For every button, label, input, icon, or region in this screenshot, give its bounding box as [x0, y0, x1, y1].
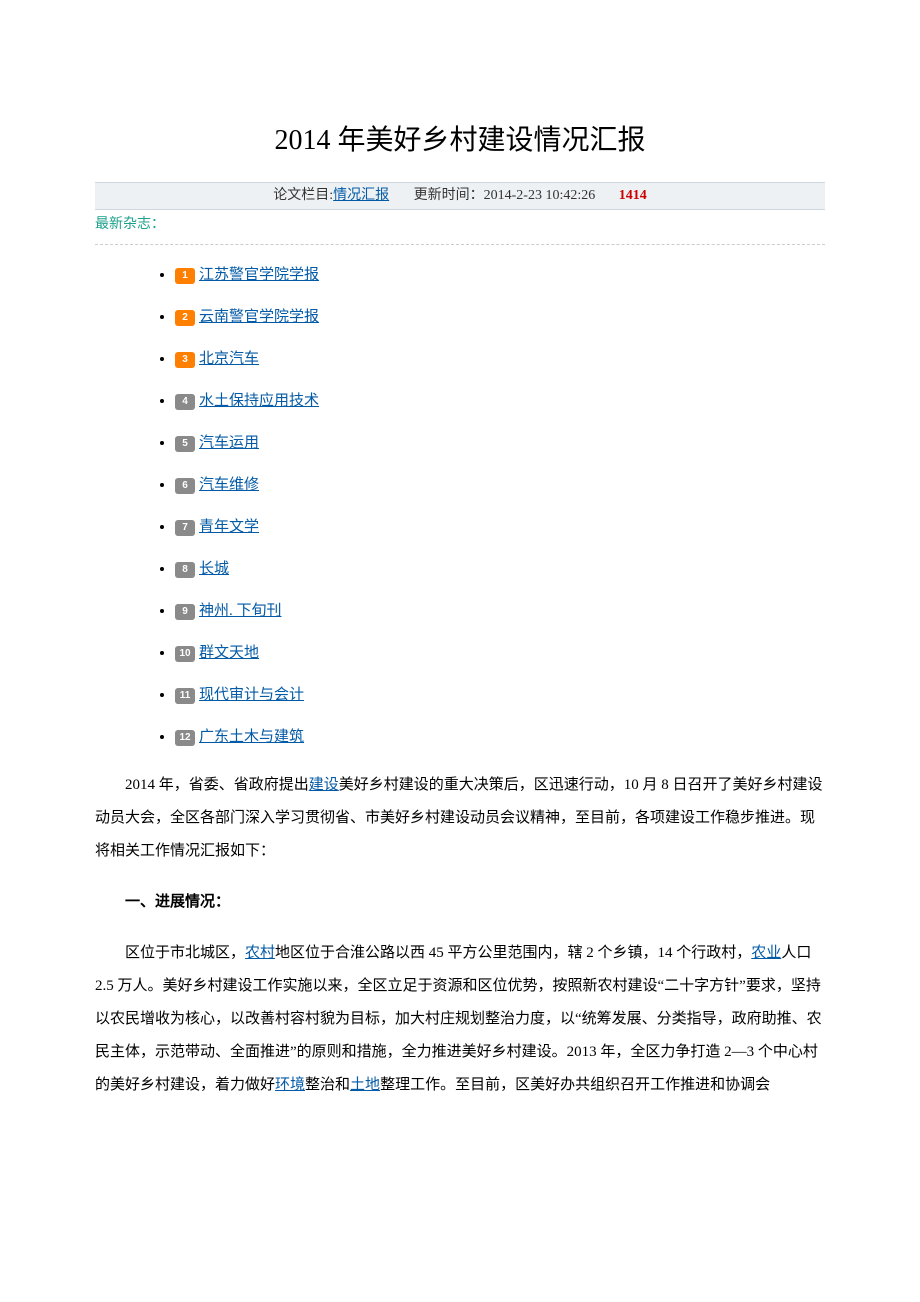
update-time: 2014-2-23 10:42:26 — [484, 188, 596, 203]
link-land[interactable]: 土地 — [350, 1077, 380, 1093]
magazine-list: 1江苏警官学院学报2云南警官学院学报3北京汽车4水土保持应用技术5汽车运用6汽车… — [95, 263, 825, 749]
magazine-link[interactable]: 北京汽车 — [199, 351, 259, 367]
rank-badge: 12 — [175, 730, 195, 746]
magazine-link[interactable]: 青年文学 — [199, 519, 259, 535]
text: 2014 年，省委、省政府提出 — [125, 777, 309, 793]
magazine-link[interactable]: 群文天地 — [199, 645, 259, 661]
view-count: 1414 — [619, 188, 647, 203]
article-body: 2014 年，省委、省政府提出建设美好乡村建设的重大决策后，区迅速行动，10 月… — [95, 769, 825, 1102]
rank-badge: 7 — [175, 520, 195, 536]
text: 人口 2.5 万人。美好乡村建设工作实施以来，全区立足于资源和区位优势，按照新农… — [95, 945, 822, 1093]
magazine-link[interactable]: 汽车运用 — [199, 435, 259, 451]
magazine-link[interactable]: 水土保持应用技术 — [199, 393, 319, 409]
meta-bar: 论文栏目:情况汇报 更新时间：2014-2-23 10:42:26 1414 — [95, 182, 825, 210]
latest-magazine-label: 最新杂志： — [95, 210, 825, 245]
update-label: 更新时间： — [414, 188, 484, 203]
list-item: 2云南警官学院学报 — [175, 305, 825, 329]
magazine-link[interactable]: 汽车维修 — [199, 477, 259, 493]
list-item: 12广东土木与建筑 — [175, 725, 825, 749]
rank-badge: 2 — [175, 310, 195, 326]
list-item: 10群文天地 — [175, 641, 825, 665]
magazine-link[interactable]: 广东土木与建筑 — [199, 729, 304, 745]
link-environment[interactable]: 环境 — [275, 1077, 305, 1093]
paragraph: 2014 年，省委、省政府提出建设美好乡村建设的重大决策后，区迅速行动，10 月… — [95, 769, 825, 868]
column-label: 论文栏目: — [273, 188, 333, 203]
section-heading: 一、进展情况： — [95, 886, 825, 919]
magazine-link[interactable]: 云南警官学院学报 — [199, 309, 319, 325]
list-item: 11现代审计与会计 — [175, 683, 825, 707]
list-item: 7青年文学 — [175, 515, 825, 539]
rank-badge: 9 — [175, 604, 195, 620]
list-item: 8长城 — [175, 557, 825, 581]
magazine-link[interactable]: 江苏警官学院学报 — [199, 267, 319, 283]
page-title: 2014 年美好乡村建设情况汇报 — [95, 119, 825, 164]
rank-badge: 3 — [175, 352, 195, 368]
link-construction[interactable]: 建设 — [309, 777, 339, 793]
text: 区位于市北城区， — [125, 945, 245, 961]
rank-badge: 4 — [175, 394, 195, 410]
list-item: 3北京汽车 — [175, 347, 825, 371]
list-item: 6汽车维修 — [175, 473, 825, 497]
magazine-link[interactable]: 长城 — [199, 561, 229, 577]
rank-badge: 10 — [175, 646, 195, 662]
text: 地区位于合淮公路以西 45 平方公里范围内，辖 2 个乡镇，14 个行政村， — [275, 945, 751, 961]
column-link[interactable]: 情况汇报 — [333, 188, 389, 203]
link-rural[interactable]: 农村 — [245, 945, 275, 961]
rank-badge: 1 — [175, 268, 195, 284]
text: 整治和 — [305, 1077, 350, 1093]
list-item: 5汽车运用 — [175, 431, 825, 455]
text: 整理工作。至目前，区美好办共组织召开工作推进和协调会 — [380, 1077, 770, 1093]
magazine-link[interactable]: 现代审计与会计 — [199, 687, 304, 703]
rank-badge: 6 — [175, 478, 195, 494]
rank-badge: 5 — [175, 436, 195, 452]
link-agriculture[interactable]: 农业 — [751, 945, 781, 961]
list-item: 9神州. 下旬刊 — [175, 599, 825, 623]
rank-badge: 8 — [175, 562, 195, 578]
list-item: 4水土保持应用技术 — [175, 389, 825, 413]
rank-badge: 11 — [175, 688, 195, 704]
paragraph: 区位于市北城区，农村地区位于合淮公路以西 45 平方公里范围内，辖 2 个乡镇，… — [95, 937, 825, 1102]
magazine-link[interactable]: 神州. 下旬刊 — [199, 603, 282, 619]
list-item: 1江苏警官学院学报 — [175, 263, 825, 287]
